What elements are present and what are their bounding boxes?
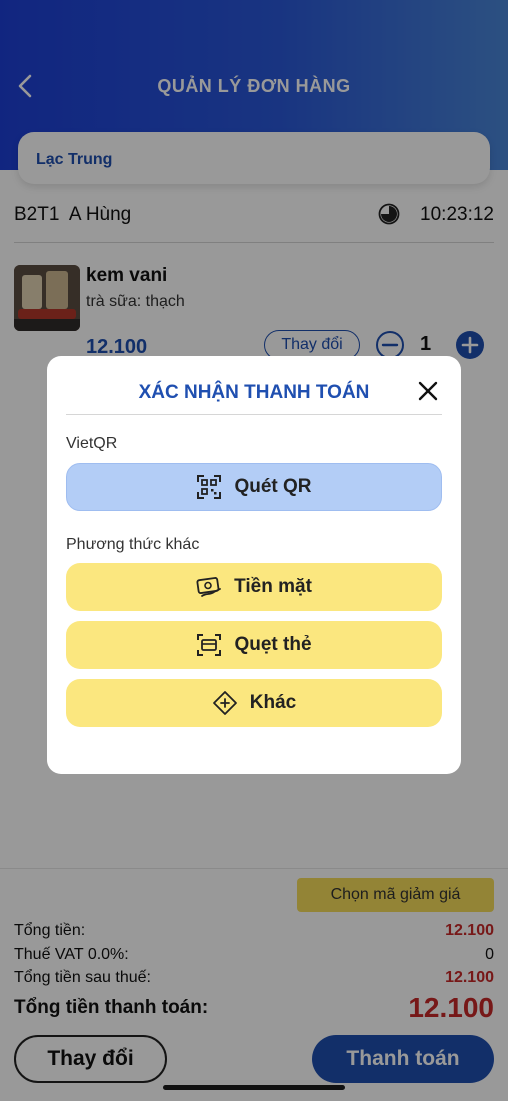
cash-icon — [196, 577, 222, 597]
other-method-button[interactable]: Khác — [66, 679, 442, 727]
card-scan-icon — [197, 634, 222, 656]
dialog-divider — [66, 414, 442, 415]
home-indicator — [163, 1085, 345, 1090]
dialog-title: XÁC NHẬN THANH TOÁN — [138, 382, 370, 403]
other-method-label: Khác — [249, 692, 297, 713]
close-icon[interactable] — [417, 380, 439, 402]
other-methods-label: Phương thức khác — [66, 536, 200, 553]
diamond-plus-icon — [212, 691, 237, 715]
payment-confirm-dialog: XÁC NHẬN THANH TOÁN VietQR Quét QR Phươn… — [47, 356, 461, 774]
cash-label: Tiền mặt — [234, 576, 312, 597]
scan-qr-button[interactable]: Quét QR — [66, 463, 442, 511]
card-swipe-button[interactable]: Quẹt thẻ — [66, 621, 442, 669]
vietqr-section-label: VietQR — [66, 435, 118, 452]
cash-button[interactable]: Tiền mặt — [66, 563, 442, 611]
qr-scan-icon — [197, 475, 222, 499]
scan-qr-label: Quét QR — [234, 476, 312, 497]
card-swipe-label: Quẹt thẻ — [234, 634, 312, 655]
